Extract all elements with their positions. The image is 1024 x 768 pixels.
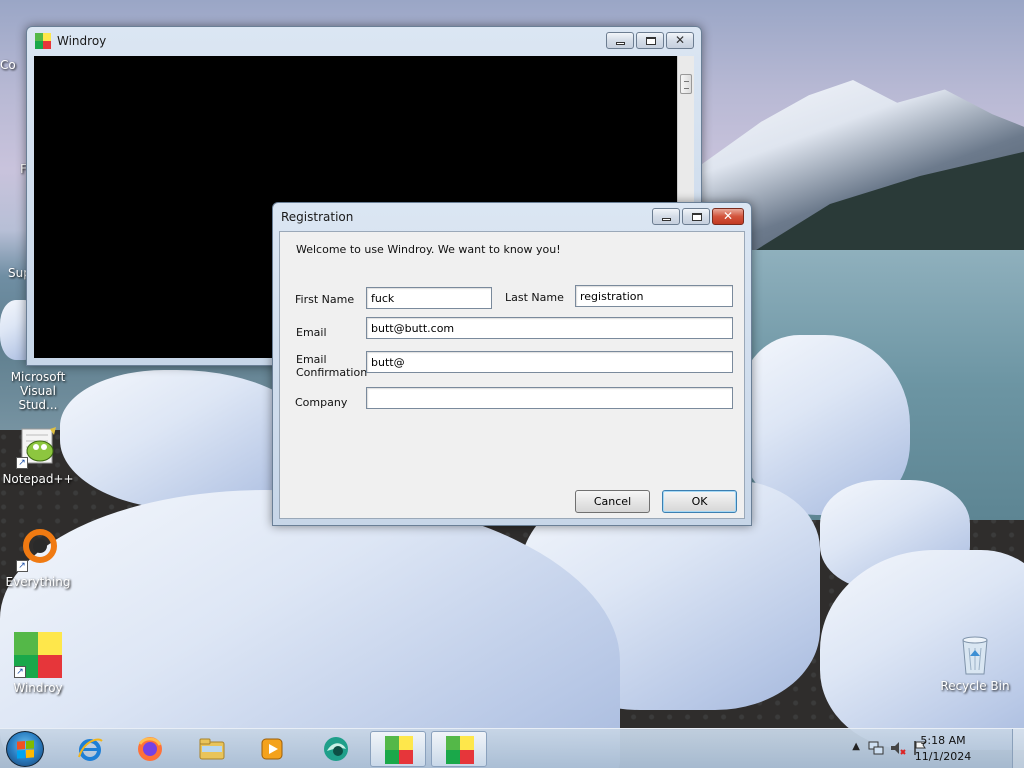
taskbar-internet-explorer[interactable] xyxy=(62,731,118,767)
maximize-button[interactable] xyxy=(682,208,710,225)
company-label: Company xyxy=(295,396,348,409)
minimize-icon xyxy=(662,218,671,221)
email-confirmation-label: Email Confirmation xyxy=(296,353,367,379)
last-name-input[interactable] xyxy=(575,285,733,307)
taskbar: ▲ 5:18 AM 11/1/2024 xyxy=(0,728,1024,768)
windroy-titlebar[interactable]: Windroy xyxy=(27,27,701,55)
network-icon[interactable] xyxy=(868,740,884,756)
first-name-label: First Name xyxy=(295,293,355,306)
last-name-label: Last Name xyxy=(505,291,564,304)
email-input[interactable] xyxy=(366,317,733,339)
volume-muted-icon[interactable] xyxy=(890,740,906,756)
teal-app-icon xyxy=(324,737,348,761)
maximize-icon xyxy=(692,213,702,221)
windows-logo-icon xyxy=(17,740,34,759)
email-confirmation-label-line1: Email xyxy=(296,353,327,366)
maximize-button[interactable] xyxy=(636,32,664,49)
shortcut-arrow-icon: ↗ xyxy=(14,666,26,678)
desktop-icon-label: Notepad++ xyxy=(2,472,74,486)
close-button[interactable]: ✕ xyxy=(666,32,694,49)
email-confirmation-input[interactable] xyxy=(366,351,733,373)
company-input[interactable] xyxy=(366,387,733,409)
scrollbar-thumb[interactable] xyxy=(680,74,692,94)
email-label: Email xyxy=(296,326,327,339)
everything-icon: ↗ xyxy=(16,528,60,572)
firefox-icon xyxy=(138,737,162,761)
taskbar-app-teal[interactable] xyxy=(308,731,364,767)
clock[interactable]: 5:18 AM 11/1/2024 xyxy=(908,733,978,765)
shortcut-arrow-icon: ↗ xyxy=(16,560,28,572)
desktop-icon-label: Recycle Bin xyxy=(940,679,1010,693)
registration-dialog[interactable]: Registration ✕ Welcome to use Windroy. W… xyxy=(272,202,752,526)
dialog-title: Registration xyxy=(281,210,354,224)
windroy-icon: ↗ xyxy=(14,632,62,678)
wallpaper-ice xyxy=(0,490,620,768)
minimize-button[interactable] xyxy=(652,208,680,225)
close-icon: ✕ xyxy=(674,33,686,47)
clock-time: 5:18 AM xyxy=(920,734,966,747)
desktop-icon-label: Microsoft Visual Stud... xyxy=(10,370,66,412)
shortcut-arrow-icon: ↗ xyxy=(16,457,28,469)
email-confirmation-label-line2: Confirmation xyxy=(296,366,368,379)
media-player-icon xyxy=(261,738,283,760)
windroy-icon xyxy=(446,736,474,764)
taskbar-firefox[interactable] xyxy=(122,731,178,767)
minimize-button[interactable] xyxy=(606,32,634,49)
taskbar-media-player[interactable] xyxy=(244,731,300,767)
taskbar-file-explorer[interactable] xyxy=(184,731,240,767)
welcome-text: Welcome to use Windroy. We want to know … xyxy=(296,243,561,256)
windroy-app-icon xyxy=(35,33,51,49)
cancel-button[interactable]: Cancel xyxy=(575,490,650,513)
first-name-input[interactable] xyxy=(366,287,492,309)
close-icon: ✕ xyxy=(722,209,734,223)
desktop-icon-visual-studio[interactable]: Microsoft Visual Stud... xyxy=(0,370,76,412)
desktop-icon-windroy[interactable]: ↗ Windroy xyxy=(0,632,76,695)
taskbar-windroy[interactable] xyxy=(370,731,426,767)
desktop-icon-notepadpp[interactable]: ↗ Notepad++ xyxy=(0,425,76,486)
maximize-icon xyxy=(646,37,656,45)
show-desktop-button[interactable] xyxy=(1012,729,1024,768)
registration-form: Welcome to use Windroy. We want to know … xyxy=(279,231,745,519)
show-hidden-icons-chevron-icon[interactable]: ▲ xyxy=(852,741,860,752)
notepadpp-icon: ↗ xyxy=(16,425,60,469)
recycle-bin-icon xyxy=(953,632,997,676)
folder-icon xyxy=(199,738,225,760)
close-button[interactable]: ✕ xyxy=(712,208,744,225)
ok-button[interactable]: OK xyxy=(662,490,737,513)
desktop-icon-everything[interactable]: ↗ Everything xyxy=(0,528,76,589)
desktop-icon-recycle-bin[interactable]: Recycle Bin xyxy=(937,632,1013,693)
start-button[interactable] xyxy=(6,731,44,767)
windroy-icon xyxy=(385,736,413,764)
window-title: Windroy xyxy=(57,34,107,48)
taskbar-windroy[interactable] xyxy=(431,731,487,767)
desktop-icon-label: Everything xyxy=(5,575,71,589)
minimize-icon xyxy=(616,42,625,45)
internet-explorer-icon xyxy=(78,738,103,761)
clock-date: 11/1/2024 xyxy=(914,750,972,763)
